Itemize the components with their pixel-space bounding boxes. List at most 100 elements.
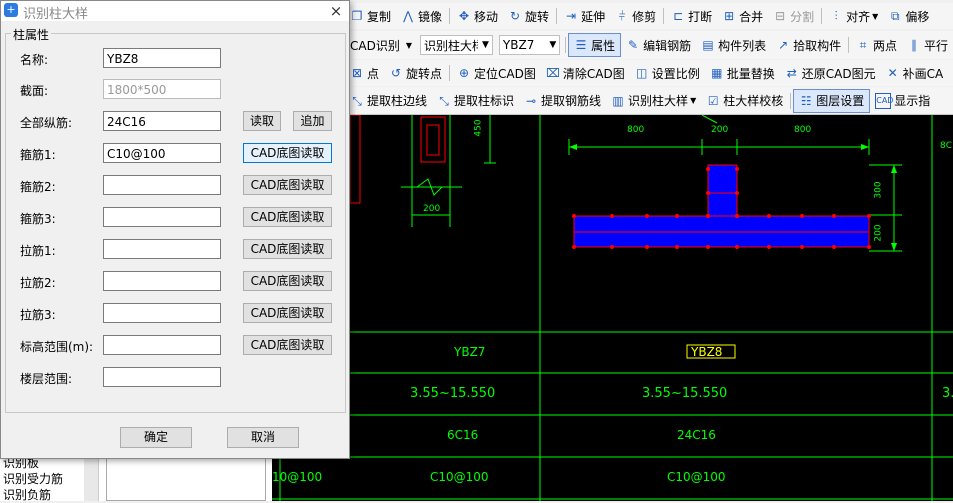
extend-icon: ⇥ [566, 9, 577, 23]
all-longitudinal-append-button[interactable]: 追加 [293, 111, 332, 131]
rebar-point [735, 245, 739, 249]
cad-recognize-menu[interactable]: CAD识别 ▼ [345, 34, 417, 56]
tie-1-input[interactable] [103, 239, 221, 259]
rebar-point [832, 214, 836, 218]
dialog-titlebar[interactable]: + 识别柱大样 × [1, 1, 349, 22]
component-combo[interactable]: YBZ7 ▼ [498, 35, 561, 55]
two-point-button[interactable]: ⌗ 两点 [851, 34, 902, 56]
all-longitudinal-read-button[interactable]: 读取 [243, 111, 281, 131]
component-list-button[interactable]: ▤ 构件列表 [696, 34, 771, 56]
all-longitudinal-input[interactable]: 24C16 [103, 111, 221, 131]
tie-3-cad-read-button[interactable]: CAD底图读取 [243, 303, 332, 323]
locate-icon: ⊕ [459, 66, 470, 80]
scale-icon: ◫ [636, 66, 648, 80]
point-tool[interactable]: ⊠ 点 [345, 62, 384, 84]
all-longitudinal-label: 全部纵筋: [20, 116, 73, 130]
list-icon: ▤ [702, 38, 714, 52]
cancel-button[interactable]: 取消 [227, 427, 299, 448]
stirrup-2-label: 箍筋2: [20, 180, 56, 194]
offset-tool[interactable]: ⧉ 偏移 [883, 5, 934, 27]
rebar-point [675, 214, 679, 218]
name-input[interactable]: YBZ8 [103, 48, 221, 68]
ybz8-section[interactable] [573, 164, 870, 248]
edit-rebar-icon: ✎ [628, 38, 639, 52]
toolbar-edit: ❐ 复制 ⋀ 镜像 ✥ 移动 ↻ 旋转 ⇥ 延伸 ⫩ 修剪 ⊏ 打断 ⊞ 合并 ⊟ 分割 ⫶ 对齐 ▼… [345, 3, 953, 29]
recognize-type-combo[interactable]: 识别柱大样▼ [420, 35, 493, 55]
recognize-column-detail-button[interactable]: ▥ 识别柱大样 ▼ [606, 90, 701, 112]
tie-1-cad-read-button[interactable]: CAD底图读取 [243, 239, 332, 259]
align-icon: ⫶ [834, 9, 838, 23]
rebar-point [767, 214, 771, 218]
edit-rebar-button[interactable]: ✎ 编辑钢筋 [621, 34, 696, 56]
tie-3-input[interactable] [103, 303, 221, 323]
rotate-tool[interactable]: ↻ 旋转 [503, 5, 554, 27]
property-box [106, 455, 266, 501]
layer-settings-button[interactable]: ☷ 图层设置 [793, 88, 871, 113]
check-icon: ☑ [707, 93, 719, 108]
tree-scrollbar[interactable] [84, 455, 98, 501]
align-tool[interactable]: ⫶ 对齐 ▼ [824, 5, 883, 27]
recognize-icon: ▥ [612, 93, 624, 108]
copy-tool[interactable]: ❐ 复制 [345, 5, 396, 27]
stirrup-3-input[interactable] [103, 207, 221, 227]
rebar-point [767, 245, 771, 249]
floor-range-input[interactable] [103, 367, 221, 387]
parallel-button[interactable]: ∥ 平行 [902, 34, 953, 56]
stirrup-1-input[interactable]: C10@100 [103, 143, 221, 163]
trim-tool[interactable]: ⫩ 修剪 [610, 5, 661, 27]
extend-tool[interactable]: ⇥ 延伸 [559, 5, 610, 27]
rebar-point [706, 167, 710, 171]
stirrup-2-cad-read-button[interactable]: CAD底图读取 [243, 175, 332, 195]
chevron-down-icon: ▼ [482, 40, 489, 50]
ok-button[interactable]: 确定 [120, 427, 192, 448]
stirrup-2-input[interactable] [103, 175, 221, 195]
close-icon[interactable]: × [325, 1, 347, 21]
rebar-point [800, 245, 804, 249]
elevation-range-cad-read-button[interactable]: CAD底图读取 [243, 335, 332, 355]
rebar-point [645, 214, 649, 218]
break-tool[interactable]: ⊏ 打断 [666, 5, 717, 27]
tie-2-input[interactable] [103, 271, 221, 291]
pick-component-button[interactable]: ↗ 拾取构件 [771, 34, 846, 56]
rebar-point [832, 245, 836, 249]
merge-tool[interactable]: ⊞ 合并 [717, 5, 768, 27]
set-scale-button[interactable]: ◫ 设置比例 [630, 62, 705, 84]
split-tool[interactable]: ⊟ 分割 [768, 5, 819, 27]
locate-cad-button[interactable]: ⊕ 定位CAD图 [452, 62, 541, 84]
rotate-icon: ↻ [510, 9, 521, 23]
supplement-cad-button[interactable]: ✕ 补画CA [881, 62, 949, 84]
stirrup-1-cad-read-button[interactable]: CAD底图读取 [243, 143, 332, 163]
rebar-point [572, 245, 576, 249]
table-stirrup-ybz8: C10@100 [667, 470, 726, 484]
rebar-point [645, 245, 649, 249]
extract-rebar-line-button[interactable]: ⊸ 提取钢筋线 [519, 90, 606, 112]
clear-cad-button[interactable]: ⌧ 清除CAD图 [541, 62, 630, 84]
move-tool[interactable]: ✥ 移动 [452, 5, 503, 27]
display-button[interactable]: CAD 显示指 [870, 90, 935, 112]
tie-3-label: 拉筋3: [20, 308, 56, 322]
parallel-icon: ∥ [910, 38, 917, 52]
batch-replace-button[interactable]: ▦ 批量替换 [705, 62, 780, 84]
tie-2-cad-read-button[interactable]: CAD底图读取 [243, 271, 332, 291]
layer-icon: ☷ [800, 93, 812, 108]
offset-icon: ⧉ [891, 9, 900, 23]
rebar-point [735, 214, 739, 218]
column-detail-check-button[interactable]: ☑ 柱大样校核 [701, 90, 788, 112]
rotate-point-tool[interactable]: ↺ 旋转点 [384, 62, 447, 84]
app-logo-icon: + [4, 3, 18, 17]
tie-2-label: 拉筋2: [20, 276, 56, 290]
stirrup-3-cad-read-button[interactable]: CAD底图读取 [243, 207, 332, 227]
cad-icon: CAD [875, 92, 893, 109]
cad-canvas[interactable]: 800 200 800 450 200 300 200 8C1 YBZ7 YBZ… [272, 115, 953, 501]
properties-button[interactable]: ☰ 属性 [568, 33, 622, 57]
elevation-range-input[interactable] [103, 335, 221, 355]
cad-drawing[interactable] [272, 115, 953, 501]
extract-column-edge-button[interactable]: ⤡ 提取柱边线 [345, 90, 432, 112]
table-long-ybz8: 24C16 [677, 428, 716, 442]
rebar-point [800, 214, 804, 218]
extract-column-label-button[interactable]: ⤡ 提取柱标识 [432, 90, 519, 112]
restore-cad-button[interactable]: ⇄ 还原CAD图元 [780, 62, 881, 84]
mirror-tool[interactable]: ⋀ 镜像 [396, 5, 447, 27]
stirrup-1-label: 箍筋1: [20, 148, 56, 162]
split-icon: ⊟ [775, 9, 786, 23]
